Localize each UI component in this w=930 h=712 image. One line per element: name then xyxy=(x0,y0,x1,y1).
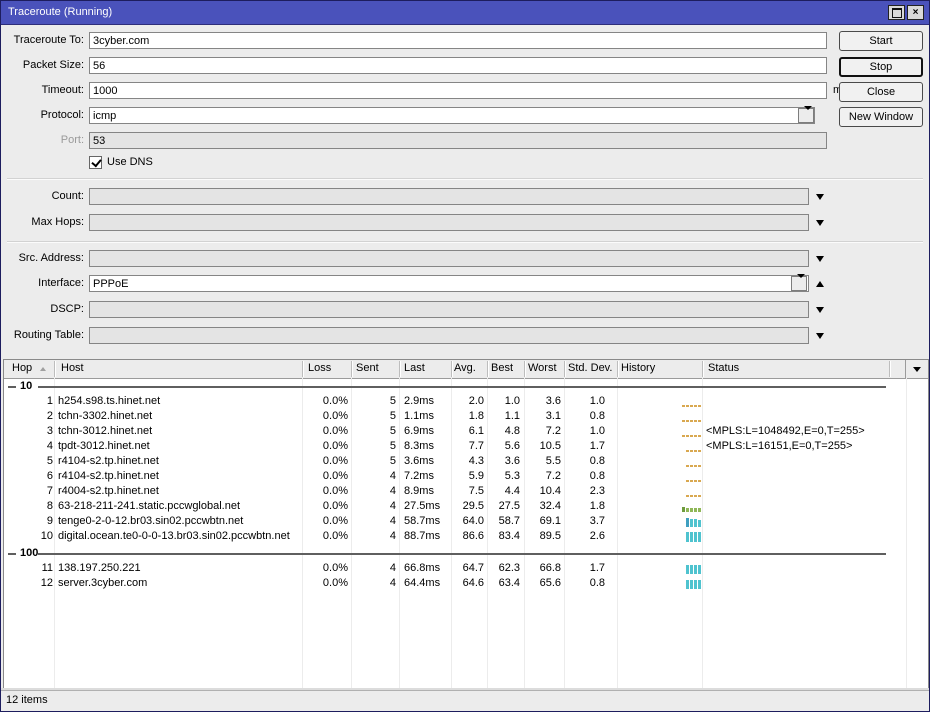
col-worst[interactable]: Worst xyxy=(528,360,557,377)
use-dns-label: Use DNS xyxy=(107,156,153,169)
sort-ascending-icon xyxy=(40,367,46,371)
history-sparkline xyxy=(618,439,704,454)
history-sparkline xyxy=(618,514,704,529)
port-input xyxy=(89,132,827,149)
protocol-input[interactable] xyxy=(89,107,815,124)
latency-group-row: 10 xyxy=(5,379,927,394)
dropdown-icon xyxy=(795,278,803,290)
close-icon: × xyxy=(913,8,919,18)
interface-label: Interface: xyxy=(1,275,84,292)
start-button[interactable]: Start xyxy=(839,31,923,51)
dscp-input[interactable] xyxy=(89,301,809,318)
history-sparkline xyxy=(618,394,704,409)
col-loss[interactable]: Loss xyxy=(308,360,331,377)
routing-table-label: Routing Table: xyxy=(1,327,84,344)
group-label: 10 xyxy=(20,379,32,394)
table-row[interactable]: 863-218-211-241.static.pccwglobal.net0.0… xyxy=(5,499,927,514)
traceroute-to-input[interactable] xyxy=(89,32,827,49)
table-row[interactable]: 12server.3cyber.com0.0%464.4ms64.663.465… xyxy=(5,576,927,591)
table-row[interactable]: 7r4004-s2.tp.hinet.net0.0%48.9ms7.54.410… xyxy=(5,484,927,499)
max-hops-label: Max Hops: xyxy=(1,214,84,231)
packet-size-label: Packet Size: xyxy=(1,57,84,74)
src-address-input[interactable] xyxy=(89,250,809,267)
titlebar[interactable]: Traceroute (Running) × xyxy=(1,1,929,25)
history-sparkline xyxy=(618,424,704,439)
maximize-icon xyxy=(892,8,902,18)
table-row[interactable]: 11138.197.250.2210.0%466.8ms64.762.366.8… xyxy=(5,561,927,576)
protocol-dropdown-button[interactable] xyxy=(798,108,814,123)
table-row[interactable]: 1h254.s98.ts.hinet.net0.0%52.9ms2.01.03.… xyxy=(5,394,927,409)
src-address-label: Src. Address: xyxy=(1,250,84,267)
new-window-button[interactable]: New Window xyxy=(839,107,923,127)
column-selector-button[interactable] xyxy=(905,360,928,378)
checkmark-icon xyxy=(91,157,101,168)
latency-group-row: 100 xyxy=(5,546,927,561)
history-sparkline xyxy=(618,454,704,469)
count-label: Count: xyxy=(1,188,84,205)
packet-size-input[interactable] xyxy=(89,57,827,74)
timeout-input[interactable] xyxy=(89,82,827,99)
maximize-button[interactable] xyxy=(888,5,905,20)
history-sparkline xyxy=(618,469,704,484)
history-sparkline xyxy=(618,576,704,591)
close-window-button[interactable]: Close xyxy=(839,82,923,102)
dscp-expand-icon[interactable] xyxy=(816,307,824,313)
interface-dropdown-button[interactable] xyxy=(791,276,807,291)
src-address-expand-icon[interactable] xyxy=(816,256,824,262)
history-sparkline xyxy=(618,409,704,424)
traceroute-to-label: Traceroute To: xyxy=(1,32,84,49)
table-row[interactable]: 3tchn-3012.hinet.net0.0%56.9ms6.14.87.21… xyxy=(5,424,927,439)
max-hops-expand-icon[interactable] xyxy=(816,220,824,226)
col-host[interactable]: Host xyxy=(61,360,84,377)
stop-button[interactable]: Stop xyxy=(839,57,923,77)
dropdown-icon xyxy=(802,110,810,122)
traceroute-window: Traceroute (Running) × Traceroute To: Pa… xyxy=(0,0,930,712)
group-label: 100 xyxy=(20,546,38,561)
col-sent[interactable]: Sent xyxy=(356,360,379,377)
close-button[interactable]: × xyxy=(907,5,924,20)
interface-input[interactable] xyxy=(89,275,809,292)
count-expand-icon[interactable] xyxy=(816,194,824,200)
col-best[interactable]: Best xyxy=(491,360,513,377)
max-hops-input[interactable] xyxy=(89,214,809,231)
count-input[interactable] xyxy=(89,188,809,205)
table-row[interactable]: 2tchn-3302.hinet.net0.0%51.1ms1.81.13.10… xyxy=(5,409,927,424)
col-stddev[interactable]: Std. Dev. xyxy=(568,360,612,377)
dscp-label: DSCP: xyxy=(1,301,84,318)
col-hop[interactable]: Hop xyxy=(12,360,32,377)
table-row[interactable]: 9tenge0-2-0-12.br03.sin02.pccwbtn.net0.0… xyxy=(5,514,927,529)
window-title: Traceroute (Running) xyxy=(8,1,112,24)
table-row[interactable]: 4tpdt-3012.hinet.net0.0%58.3ms7.75.610.5… xyxy=(5,439,927,454)
col-history[interactable]: History xyxy=(621,360,655,377)
status-bar: 12 items xyxy=(1,690,929,711)
col-status[interactable]: Status xyxy=(708,360,739,377)
table-row[interactable]: 5r4104-s2.tp.hinet.net0.0%53.6ms4.33.65.… xyxy=(5,454,927,469)
col-avg[interactable]: Avg. xyxy=(454,360,476,377)
table-header: Hop Host Loss Sent Last Avg. Best Worst … xyxy=(4,360,928,379)
protocol-label: Protocol: xyxy=(1,107,84,124)
history-sparkline xyxy=(618,529,704,544)
routing-table-input[interactable] xyxy=(89,327,809,344)
interface-collapse-icon[interactable] xyxy=(816,281,824,287)
table-row[interactable]: 6r4104-s2.tp.hinet.net0.0%47.2ms5.95.37.… xyxy=(5,469,927,484)
col-last[interactable]: Last xyxy=(404,360,425,377)
history-sparkline xyxy=(618,561,704,576)
section-divider xyxy=(7,241,923,242)
traceroute-table: Hop Host Loss Sent Last Avg. Best Worst … xyxy=(3,359,929,690)
history-sparkline xyxy=(618,499,704,514)
section-divider xyxy=(7,178,923,179)
item-count: 12 items xyxy=(6,691,48,710)
use-dns-checkbox[interactable] xyxy=(89,156,102,169)
chevron-down-icon xyxy=(913,367,921,372)
timeout-label: Timeout: xyxy=(1,82,84,99)
routing-table-expand-icon[interactable] xyxy=(816,333,824,339)
table-row[interactable]: 10digital.ocean.te0-0-0-13.br03.sin02.pc… xyxy=(5,529,927,544)
history-sparkline xyxy=(618,484,704,499)
port-label: Port: xyxy=(1,132,84,149)
